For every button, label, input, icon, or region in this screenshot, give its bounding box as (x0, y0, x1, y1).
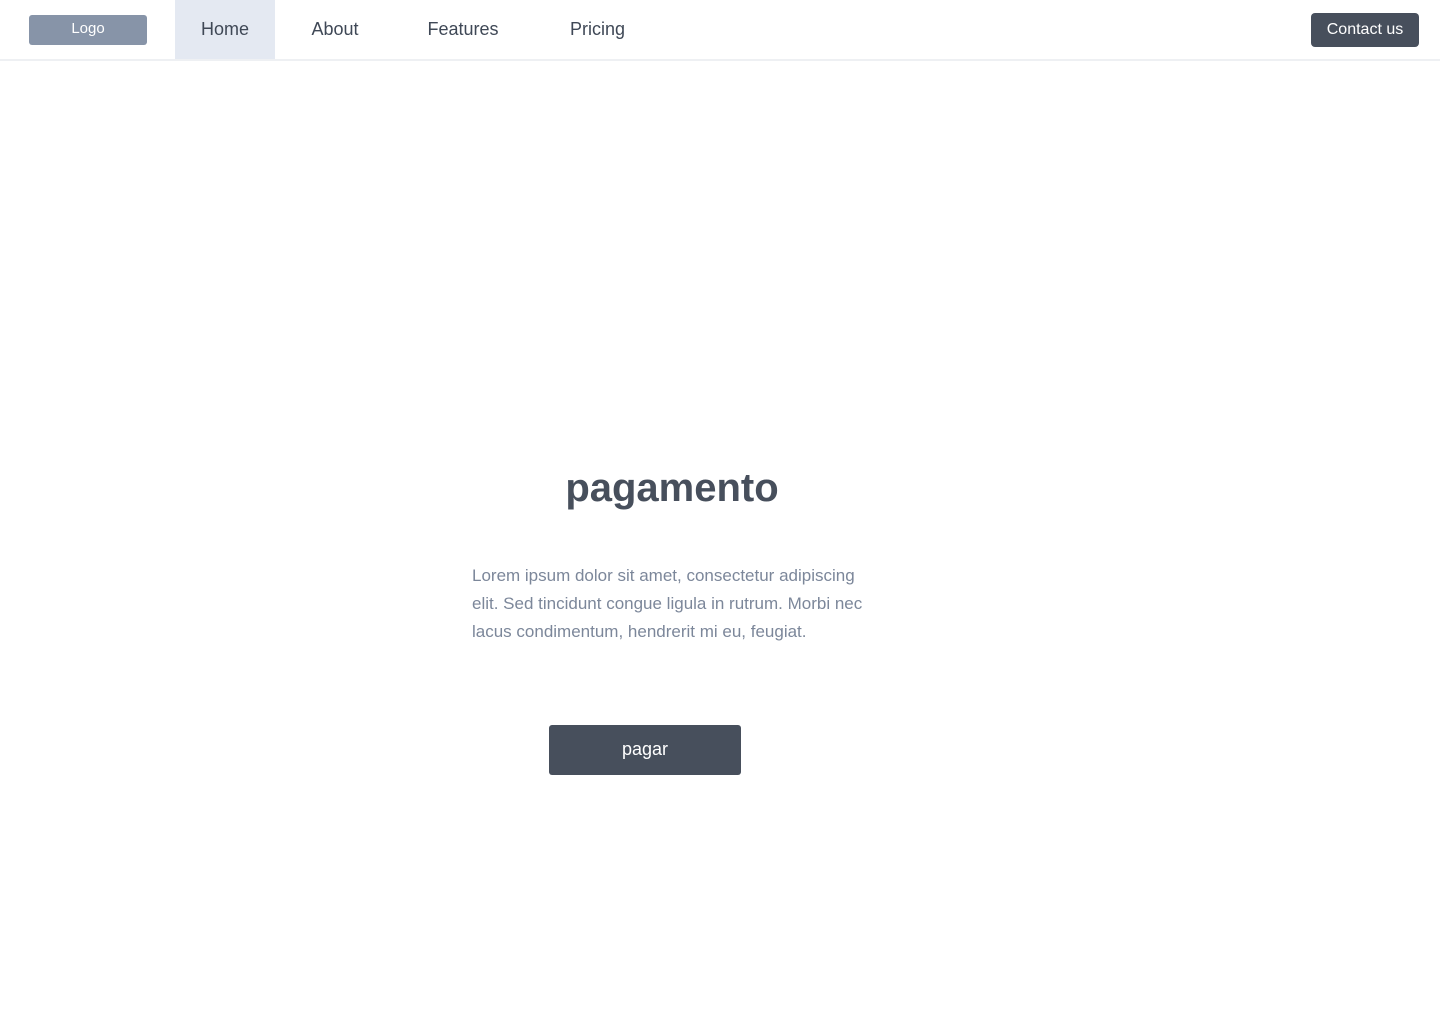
logo[interactable]: Logo (29, 15, 147, 45)
nav-item-about[interactable]: About (295, 0, 375, 59)
nav-item-features[interactable]: Features (413, 0, 513, 59)
nav-item-home[interactable]: Home (175, 0, 275, 59)
nav-item-pricing[interactable]: Pricing (555, 0, 640, 59)
page-title: pagamento (565, 466, 779, 510)
pay-button[interactable]: pagar (549, 725, 741, 775)
hero-description: Lorem ipsum dolor sit amet, consectetur … (472, 566, 863, 641)
contact-us-button[interactable]: Contact us (1311, 13, 1419, 47)
top-navbar: Logo Home About Features Pricing Contact… (0, 0, 1440, 61)
